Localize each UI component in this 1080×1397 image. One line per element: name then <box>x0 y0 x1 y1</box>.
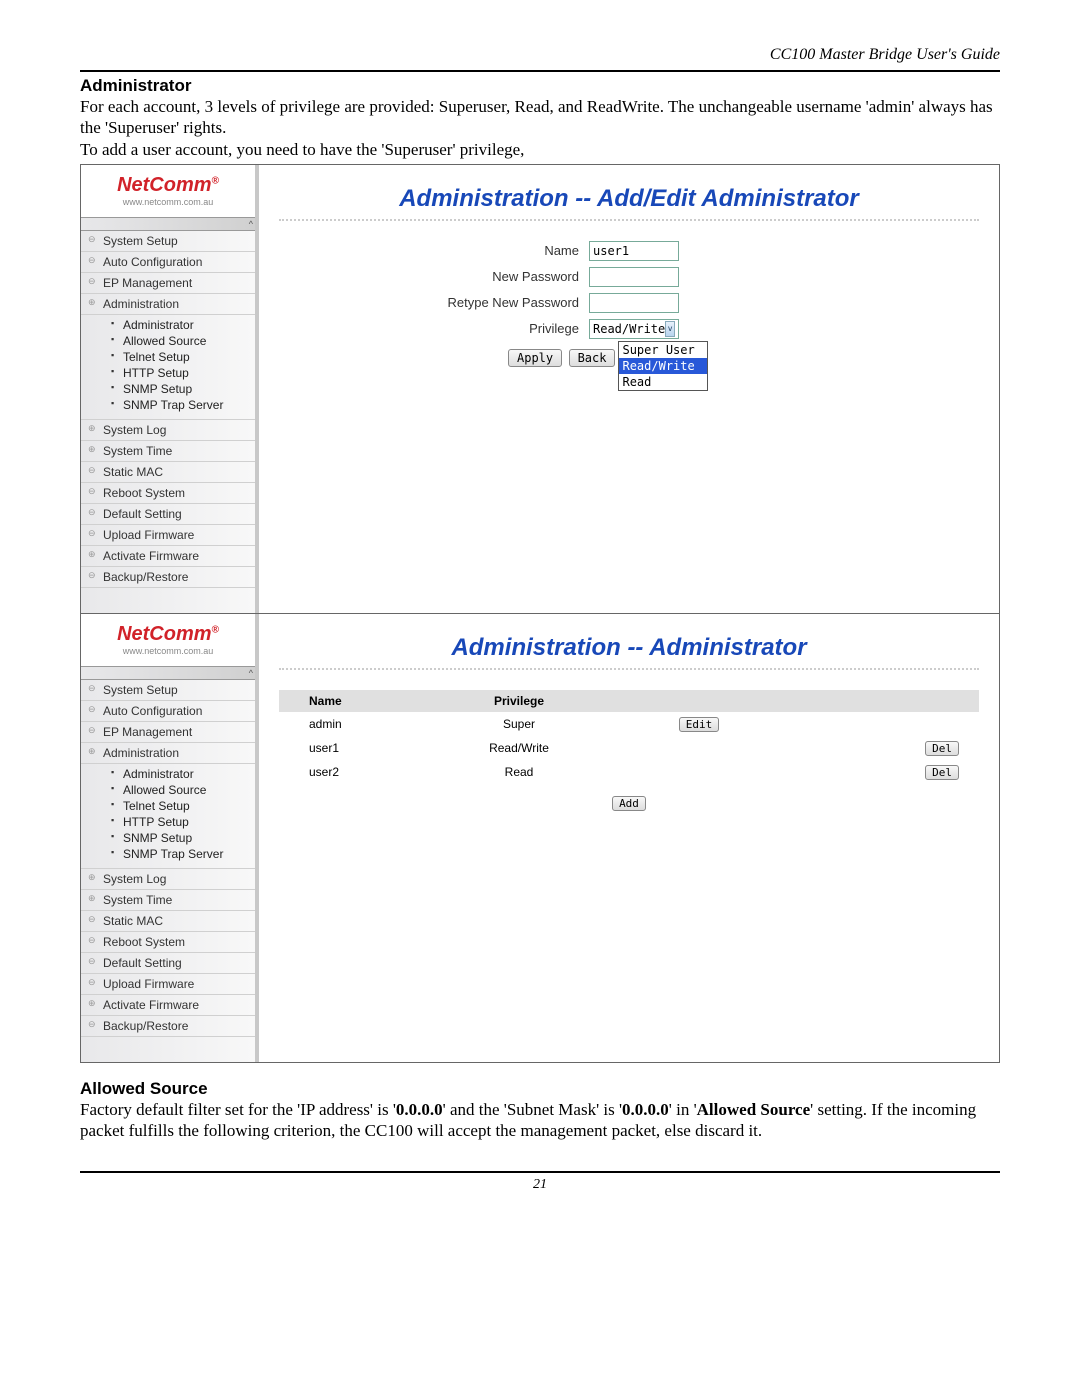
nav-auto-config[interactable]: Auto Configuration <box>81 252 255 273</box>
chevron-down-icon: v <box>665 321 675 337</box>
label-name: Name <box>279 243 589 258</box>
nav-staticmac[interactable]: Static MAC <box>81 462 255 483</box>
th-name: Name <box>279 694 429 708</box>
privilege-options[interactable]: Super User Read/Write Read <box>618 341 708 391</box>
nav-systime[interactable]: System Time <box>81 441 255 462</box>
sidebar: NetComm® www.netcomm.com.au ^ System Set… <box>81 165 259 613</box>
nav2-sub-http[interactable]: HTTP Setup <box>111 814 255 830</box>
footer-divider <box>80 1171 1000 1173</box>
nav2-upload[interactable]: Upload Firmware <box>81 974 255 995</box>
nav2-auto-config[interactable]: Auto Configuration <box>81 701 255 722</box>
table-row: user2 Read Del <box>279 760 979 784</box>
nav-upload[interactable]: Upload Firmware <box>81 525 255 546</box>
label-priv: Privilege <box>279 321 589 336</box>
nav-ep-mgmt[interactable]: EP Management <box>81 273 255 294</box>
cell-name-0: admin <box>279 717 429 731</box>
header-divider <box>80 70 1000 72</box>
cell-name-1: user1 <box>279 741 429 755</box>
content-admin-list: Administration -- Administrator Name Pri… <box>259 614 999 1062</box>
back-button[interactable]: Back <box>569 349 616 367</box>
option-read[interactable]: Read <box>619 374 707 390</box>
section-admin-p1: For each account, 3 levels of privilege … <box>80 96 1000 139</box>
option-rw[interactable]: Read/Write <box>619 358 707 374</box>
nav2-syslog[interactable]: System Log <box>81 869 255 890</box>
nav-sub-snmp[interactable]: SNMP Setup <box>111 381 255 397</box>
dotted-divider <box>279 219 979 221</box>
nav-reboot[interactable]: Reboot System <box>81 483 255 504</box>
select-privilege[interactable]: Read/Write v <box>589 319 679 339</box>
table-header: Name Privilege <box>279 690 979 712</box>
logo-2: NetComm® www.netcomm.com.au <box>81 614 255 666</box>
page-number: 21 <box>80 1177 1000 1193</box>
section-allowed-title: Allowed Source <box>80 1079 1000 1099</box>
nav2-reboot[interactable]: Reboot System <box>81 932 255 953</box>
header-guide: CC100 Master Bridge User's Guide <box>80 46 1000 64</box>
scroll-up-icon[interactable]: ^ <box>81 217 255 231</box>
logo: NetComm® www.netcomm.com.au <box>81 165 255 217</box>
nav2-sub-allowed[interactable]: Allowed Source <box>111 782 255 798</box>
input-newpw[interactable] <box>589 267 679 287</box>
nav2-system-setup[interactable]: System Setup <box>81 680 255 701</box>
nav-sub-allowed[interactable]: Allowed Source <box>111 333 255 349</box>
sidebar-2: NetComm® www.netcomm.com.au ^ System Set… <box>81 614 259 1062</box>
nav2-administration[interactable]: Administration <box>81 743 255 764</box>
label-newpw: New Password <box>279 269 589 284</box>
section-admin-p2: To add a user account, you need to have … <box>80 139 1000 160</box>
nav2-activate[interactable]: Activate Firmware <box>81 995 255 1016</box>
del-button[interactable]: Del <box>925 765 959 780</box>
screenshot-admin-list: NetComm® www.netcomm.com.au ^ System Set… <box>80 613 1000 1063</box>
nav-sub-http[interactable]: HTTP Setup <box>111 365 255 381</box>
nav2-default[interactable]: Default Setting <box>81 953 255 974</box>
content-title-2: Administration -- Administrator <box>279 634 979 662</box>
edit-button[interactable]: Edit <box>679 717 720 732</box>
nav2-systime[interactable]: System Time <box>81 890 255 911</box>
label-retypepw: Retype New Password <box>279 295 589 310</box>
nav-backup[interactable]: Backup/Restore <box>81 567 255 588</box>
nav2-backup[interactable]: Backup/Restore <box>81 1016 255 1037</box>
nav-sub-snmptrap[interactable]: SNMP Trap Server <box>111 397 255 413</box>
nav2-sub-administrator[interactable]: Administrator <box>111 766 255 782</box>
del-button[interactable]: Del <box>925 741 959 756</box>
cell-priv-2: Read <box>429 765 609 779</box>
section-admin-title: Administrator <box>80 76 1000 96</box>
input-name[interactable] <box>589 241 679 261</box>
th-priv: Privilege <box>429 694 609 708</box>
nav-activate[interactable]: Activate Firmware <box>81 546 255 567</box>
table-row: admin Super Edit <box>279 712 979 736</box>
apply-button[interactable]: Apply <box>508 349 562 367</box>
nav2-sub-telnet[interactable]: Telnet Setup <box>111 798 255 814</box>
dotted-divider-2 <box>279 668 979 670</box>
add-button[interactable]: Add <box>612 796 646 811</box>
nav2-staticmac[interactable]: Static MAC <box>81 911 255 932</box>
table-row: user1 Read/Write Del <box>279 736 979 760</box>
nav2-sub-snmp[interactable]: SNMP Setup <box>111 830 255 846</box>
scroll-up-icon-2[interactable]: ^ <box>81 666 255 680</box>
option-super[interactable]: Super User <box>619 342 707 358</box>
content-add-edit: Administration -- Add/Edit Administrator… <box>259 165 999 613</box>
content-title-1: Administration -- Add/Edit Administrator <box>279 185 979 213</box>
cell-priv-0: Super <box>429 717 609 731</box>
nav-system-setup[interactable]: System Setup <box>81 231 255 252</box>
input-retypepw[interactable] <box>589 293 679 313</box>
nav-admin-sub: Administrator Allowed Source Telnet Setu… <box>81 315 255 420</box>
nav-sub-administrator[interactable]: Administrator <box>111 317 255 333</box>
nav2-ep-mgmt[interactable]: EP Management <box>81 722 255 743</box>
screenshot-add-edit-admin: NetComm® www.netcomm.com.au ^ System Set… <box>80 164 1000 614</box>
nav2-sub-snmptrap[interactable]: SNMP Trap Server <box>111 846 255 862</box>
nav-administration[interactable]: Administration <box>81 294 255 315</box>
nav-sub-telnet[interactable]: Telnet Setup <box>111 349 255 365</box>
nav-syslog[interactable]: System Log <box>81 420 255 441</box>
nav2-admin-sub: Administrator Allowed Source Telnet Setu… <box>81 764 255 869</box>
cell-priv-1: Read/Write <box>429 741 609 755</box>
nav-default[interactable]: Default Setting <box>81 504 255 525</box>
cell-name-2: user2 <box>279 765 429 779</box>
section-allowed-body: Factory default filter set for the 'IP a… <box>80 1099 1000 1142</box>
